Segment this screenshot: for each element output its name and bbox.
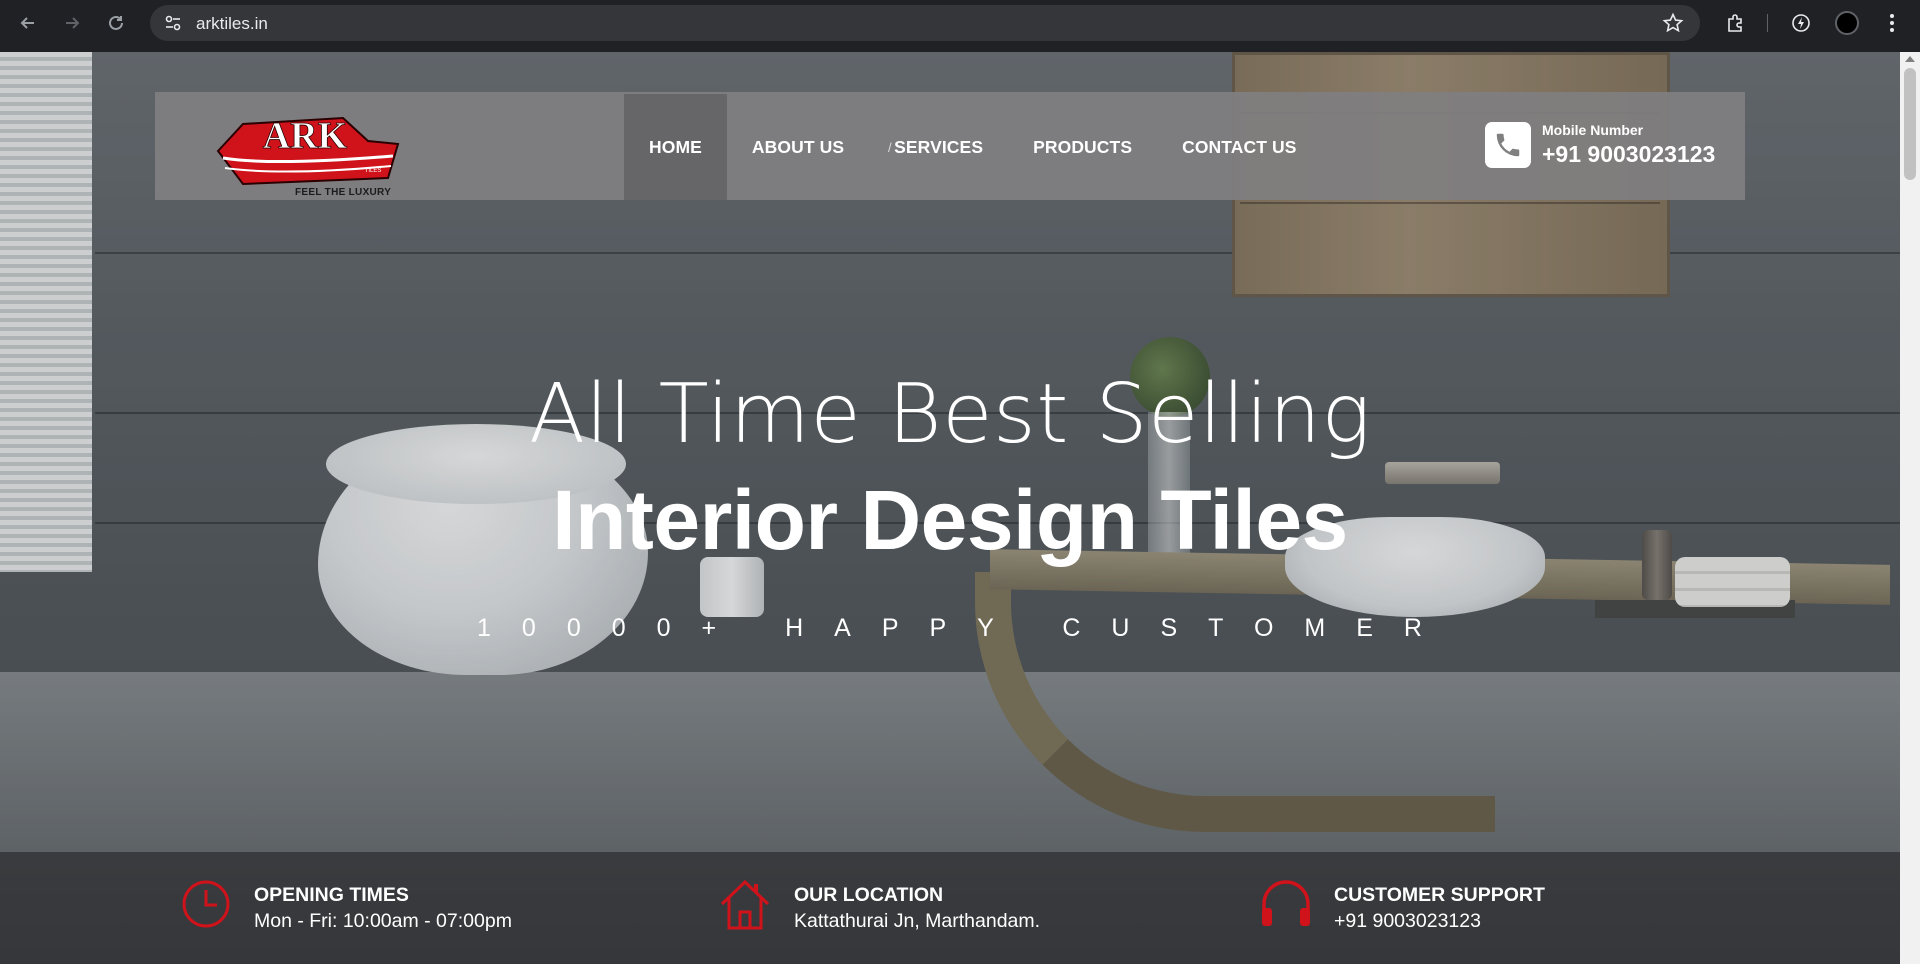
reload-icon [109,15,123,30]
hero-tagline: 10000+ HAPPY CUSTOMER [477,614,1453,642]
info-title: CUSTOMER SUPPORT [1334,884,1545,906]
page-viewport: ARK TILES FEEL THE LUXURY HOME ABOUT US … [0,52,1900,964]
info-text: Mon - Fri: 10:00am - 07:00pm [254,910,512,932]
info-text: Kattathurai Jn, Marthandam. [794,910,1041,932]
contact-label: Mobile Number [1542,122,1644,138]
leaf-bolt-icon [1792,14,1810,32]
boat-logo-icon: ARK TILES [216,115,400,186]
info-title: OUR LOCATION [794,884,944,906]
tune-icon [165,15,181,31]
puzzle-icon [1728,14,1742,32]
site-header: ARK TILES FEEL THE LUXURY HOME ABOUT US … [155,92,1745,200]
info-text[interactable]: +91 9003023123 [1334,910,1481,933]
forward-button[interactable] [58,10,86,36]
home-icon [720,879,770,930]
browser-toolbar: arktiles.in [0,0,1920,46]
phone-button[interactable] [1485,122,1531,168]
performance-button[interactable] [1788,10,1814,36]
nav-about-us[interactable]: ABOUT US [727,94,869,200]
hero-subtitle: All Time Best Selling [528,367,1372,462]
info-bar: OPENING TIMES Mon - Fri: 10:00am - 07:00… [0,852,1900,964]
logo-text: ARK [263,115,348,157]
address-bar[interactable]: arktiles.in [150,5,1700,41]
browser-menu-button[interactable] [1879,10,1905,36]
logo-tagline: FEEL THE LUXURY [295,187,392,198]
logo-small-text: TILES [365,168,382,174]
back-button[interactable] [14,10,42,36]
arrow-left-icon [20,17,34,29]
nav-separator: / [888,140,892,155]
bookmark-button[interactable] [1662,12,1684,34]
url-text[interactable]: arktiles.in [196,14,268,34]
toolbar-divider [1767,14,1768,32]
arrow-right-icon [66,17,80,29]
kebab-icon [1890,14,1894,32]
profile-avatar[interactable] [1834,10,1860,36]
scroll-up-arrow-icon[interactable] [1905,56,1915,62]
nav-contact-us[interactable]: CONTACT US [1157,94,1321,200]
avatar [1835,11,1859,35]
main-nav: HOME ABOUT US SERVICES PRODUCTS CONTACT … [624,94,1322,200]
headphones-icon [1262,880,1310,926]
site-logo[interactable]: ARK TILES [213,106,403,192]
hero-title: Interior Design Tiles [552,473,1348,567]
info-title: OPENING TIMES [254,884,409,906]
star-icon [1662,12,1684,33]
clock-icon [182,880,230,928]
reload-button[interactable] [102,10,130,36]
page-scrollbar[interactable] [1900,52,1920,964]
extensions-button[interactable] [1723,10,1749,36]
scrollbar-thumb[interactable] [1904,68,1916,180]
nav-products[interactable]: PRODUCTS [1008,94,1157,200]
phone-icon [1496,133,1520,157]
nav-home[interactable]: HOME [624,94,727,200]
site-info-button[interactable] [162,12,184,34]
contact-number[interactable]: +91 9003023123 [1542,141,1715,168]
